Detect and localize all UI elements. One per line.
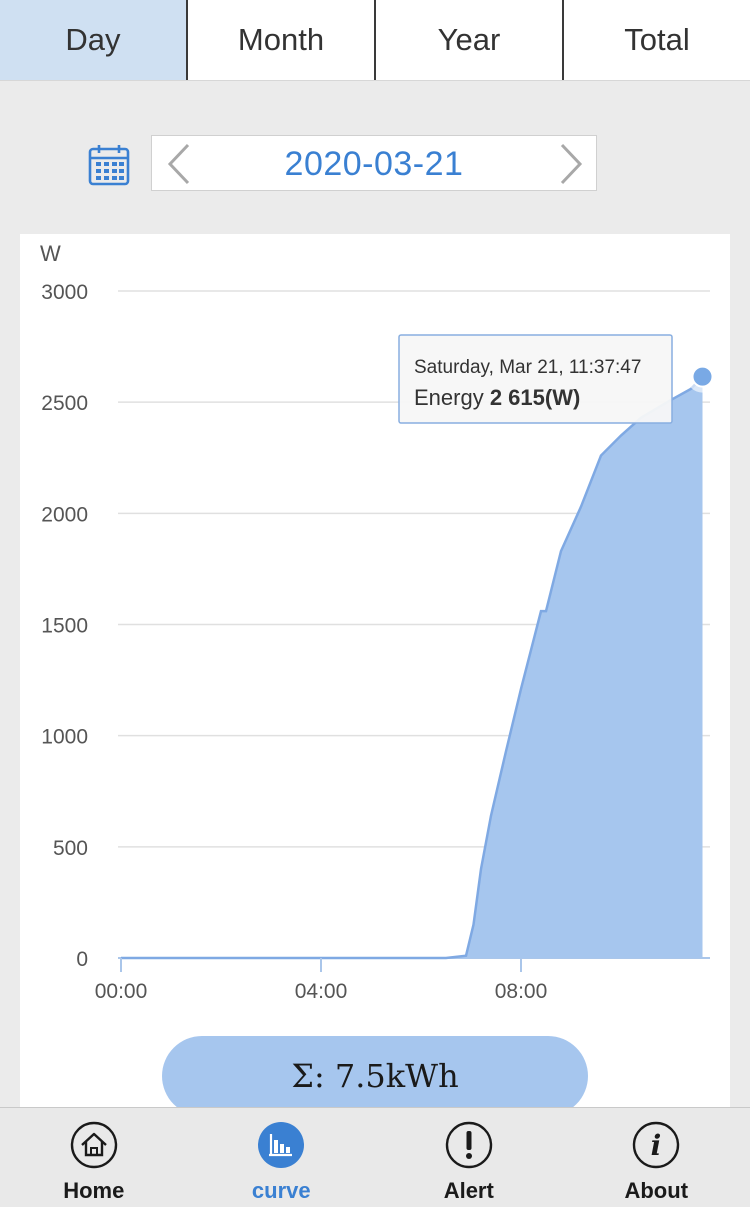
svg-text:i: i [651, 1129, 662, 1162]
power-chart-card: W 0 500 1000 1500 2000 2500 3000 00:00 04:00 08:00… [20, 234, 730, 1134]
tooltip-time: Saturday, Mar 21, 11:37:47 [414, 357, 641, 378]
x-tick-label: 00:00 [95, 980, 148, 1003]
tooltip-label: Energy [414, 385, 490, 410]
nav-alert[interactable]: Alert [375, 1108, 563, 1207]
energy-total-badge: Σ: 7.5kWh [162, 1036, 588, 1116]
nav-home[interactable]: Home [0, 1108, 188, 1207]
y-tick-label: 2500 [41, 392, 88, 415]
tab-month[interactable]: Month [188, 0, 376, 80]
nav-label-about: About [624, 1178, 688, 1204]
date-value[interactable]: 2020-03-21 [152, 136, 596, 192]
nav-curve[interactable]: curve [188, 1108, 376, 1207]
y-tick-label: 0 [76, 948, 88, 971]
nav-label-curve: curve [252, 1178, 311, 1204]
bottom-nav: Home curve Alert i About [0, 1107, 750, 1207]
series-area [121, 377, 703, 958]
tooltip-value: Energy 2 615(W) [414, 385, 580, 410]
home-icon [69, 1120, 119, 1170]
x-tick-label: 04:00 [295, 980, 348, 1003]
y-tick-label: 3000 [41, 281, 88, 304]
chart-icon [256, 1120, 306, 1170]
period-tabs: Day Month Year Total [0, 0, 750, 81]
tab-day[interactable]: Day [0, 0, 188, 80]
nav-label-home: Home [63, 1178, 124, 1204]
y-tick-label: 2000 [41, 503, 88, 526]
chevron-right-icon[interactable] [552, 142, 592, 186]
y-tick-label: 500 [53, 837, 88, 860]
energy-total-text: Σ: 7.5kWh [291, 1057, 458, 1095]
tooltip-number: 2 615(W) [490, 385, 580, 410]
tab-total[interactable]: Total [564, 0, 750, 80]
y-axis-label: W [40, 241, 61, 266]
nav-label-alert: Alert [444, 1178, 494, 1204]
date-selector: 2020-03-21 [151, 135, 597, 191]
alert-icon [444, 1120, 494, 1170]
x-tick-label: 08:00 [495, 980, 548, 1003]
y-tick-label: 1000 [41, 726, 88, 749]
info-icon: i [631, 1120, 681, 1170]
tab-year[interactable]: Year [376, 0, 564, 80]
nav-about[interactable]: i About [563, 1108, 750, 1207]
calendar-icon[interactable] [88, 144, 130, 186]
y-tick-label: 1500 [41, 615, 88, 638]
power-chart[interactable]: W 0 500 1000 1500 2000 2500 3000 00:00 04:00 08:00… [20, 234, 730, 1134]
highlight-point [693, 367, 713, 387]
